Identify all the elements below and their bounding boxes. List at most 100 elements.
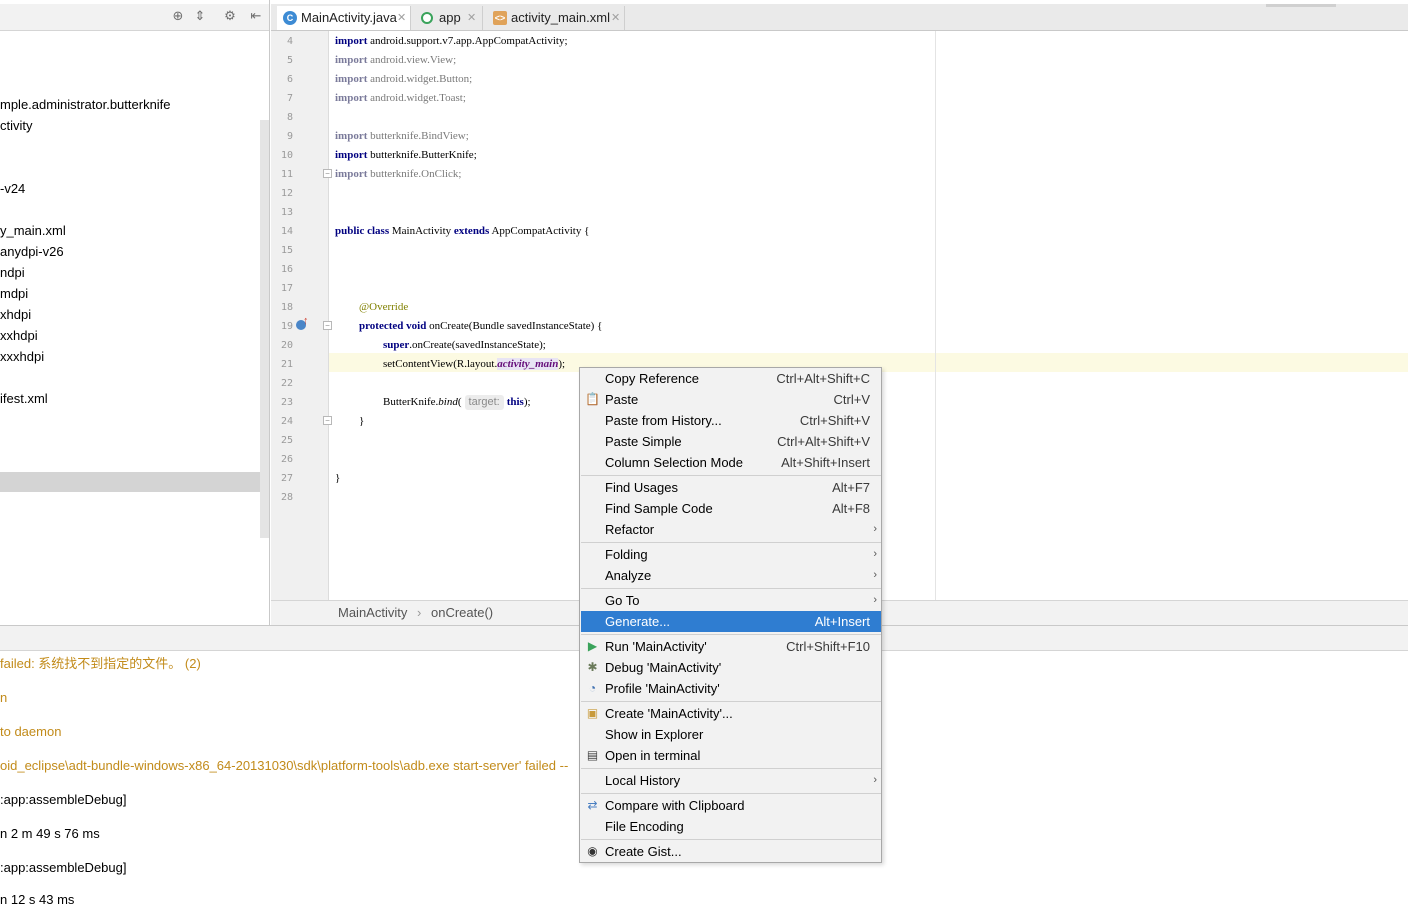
code-line: } — [359, 415, 365, 427]
clipboard-icon: 📋 — [585, 392, 600, 406]
menu-separator — [581, 634, 881, 635]
keyword: super — [383, 339, 410, 351]
line-number: 15 — [280, 245, 293, 256]
menu-item-copy-reference[interactable]: Copy Reference Ctrl+Alt+Shift+C — [581, 368, 881, 389]
tree-item[interactable]: ndpi — [0, 262, 25, 283]
project-scrollbar[interactable] — [260, 120, 269, 538]
code-text: android.widget.Button; — [367, 73, 473, 85]
close-icon[interactable]: ✕ — [611, 6, 620, 30]
breadcrumb-separator: › — [417, 605, 422, 620]
menu-item-label: Column Selection Mode — [605, 455, 744, 470]
code-line: } — [335, 472, 341, 484]
tree-item[interactable]: mdpi — [0, 283, 28, 304]
create-config-icon: ▣ — [586, 706, 599, 720]
submenu-arrow-icon: › — [873, 523, 877, 535]
menu-item-label: Go To — [605, 593, 640, 608]
menu-item-find-sample-code[interactable]: Find Sample Code Alt+F8 — [581, 498, 881, 519]
line-number: 9 — [286, 131, 293, 142]
menu-item-create-gist[interactable]: ◉ Create Gist... — [581, 841, 881, 862]
code-line: import butterknife.OnClick; — [335, 165, 461, 184]
menu-item-paste-from-history[interactable]: Paste from History... Ctrl+Shift+V — [581, 410, 881, 431]
tree-item[interactable]: mple.administrator.butterknife — [0, 94, 171, 115]
tree-item[interactable]: -v24 — [0, 178, 25, 199]
line-number: 23 — [280, 397, 293, 408]
line-number: 19 — [280, 321, 293, 332]
keyword: import — [335, 92, 368, 104]
tab-bar-edge — [1266, 4, 1336, 7]
menu-item-find-usages[interactable]: Find Usages Alt+F7 — [581, 477, 881, 498]
line-number: 28 — [280, 492, 293, 503]
field-reference[interactable]: activity_main — [497, 358, 559, 370]
locate-file-icon[interactable]: ⊕ — [170, 9, 186, 25]
code-text: ); — [523, 396, 531, 408]
menu-item-show-in-explorer[interactable]: Show in Explorer — [581, 724, 881, 745]
tree-item[interactable]: ifest.xml — [0, 388, 48, 409]
tab-activity-main-xml[interactable]: <> activity_main.xml ✕ — [487, 6, 625, 30]
menu-item-generate[interactable]: Generate... Alt+Insert — [581, 611, 881, 632]
keyword: import — [335, 149, 368, 161]
menu-item-run[interactable]: ▶ Run 'MainActivity' Ctrl+Shift+F10 — [581, 636, 881, 657]
line-number: 13 — [280, 207, 293, 218]
line-number: 27 — [280, 473, 293, 484]
menu-item-label: Run 'MainActivity' — [605, 639, 707, 654]
hide-panel-icon[interactable]: ⇤ — [248, 9, 264, 25]
close-icon[interactable]: ✕ — [467, 6, 476, 30]
close-icon[interactable]: ✕ — [397, 6, 406, 30]
compare-icon: ⇄ — [587, 798, 598, 812]
tree-item[interactable]: anydpi-v26 — [0, 241, 64, 262]
menu-item-shortcut: Alt+F8 — [832, 501, 870, 516]
keyword: extends — [453, 225, 490, 237]
menu-item-label: Paste from History... — [605, 413, 722, 428]
tree-item[interactable]: xhdpi — [0, 304, 31, 325]
tree-item[interactable]: xxxhdpi — [0, 346, 44, 367]
menu-item-debug[interactable]: ✱ Debug 'MainActivity' — [581, 657, 881, 678]
parameter-hint: target: — [464, 395, 504, 410]
fold-marker-icon[interactable]: − — [323, 416, 332, 425]
menu-item-refactor[interactable]: Refactor › — [581, 519, 881, 540]
tab-app[interactable]: app ✕ — [415, 6, 483, 30]
menu-item-shortcut: Ctrl+Alt+Shift+V — [777, 434, 870, 449]
layout-xml-icon: <> — [493, 11, 507, 25]
menu-item-label: Paste Simple — [605, 434, 682, 449]
collapse-all-icon[interactable]: ⇕ — [192, 9, 208, 25]
menu-item-label: Profile 'MainActivity' — [605, 681, 720, 696]
implemented-arrow-icon[interactable]: ↑ — [303, 316, 309, 327]
code-line: setContentView(R.layout.activity_main); — [383, 355, 565, 374]
gear-icon[interactable]: ⚙ — [222, 9, 238, 25]
editor-tab-bar: C MainActivity.java ✕ app ✕ <> activity_… — [271, 4, 1408, 31]
breadcrumb-method[interactable]: onCreate() — [431, 601, 493, 625]
menu-item-analyze[interactable]: Analyze › — [581, 565, 881, 586]
tree-item[interactable]: y_main.xml — [0, 220, 66, 241]
menu-item-label: Find Usages — [605, 480, 678, 495]
tree-item[interactable]: xxhdpi — [0, 325, 38, 346]
fold-marker-icon[interactable]: − — [323, 169, 332, 178]
menu-item-paste[interactable]: 📋 Paste Ctrl+V — [581, 389, 881, 410]
code-line: import android.widget.Button; — [335, 70, 472, 89]
menu-item-label: Folding — [605, 547, 648, 562]
menu-item-file-encoding[interactable]: File Encoding — [581, 816, 881, 837]
code-line: @Override — [359, 298, 408, 317]
keyword: import — [335, 35, 368, 47]
code-text: setContentView(R.layout. — [383, 358, 498, 370]
menu-item-shortcut: Ctrl+V — [833, 392, 870, 407]
tab-mainactivity-java[interactable]: C MainActivity.java ✕ — [277, 6, 411, 30]
menu-item-label: Create 'MainActivity'... — [605, 706, 733, 721]
code-line: super.onCreate(savedInstanceState); — [383, 336, 546, 355]
line-number: 17 — [280, 283, 293, 294]
submenu-arrow-icon: › — [873, 774, 877, 786]
tree-selection-highlight — [0, 472, 260, 492]
code-line: import android.widget.Toast; — [335, 89, 466, 108]
menu-item-go-to[interactable]: Go To › — [581, 590, 881, 611]
menu-item-compare-with-clipboard[interactable]: ⇄ Compare with Clipboard — [581, 795, 881, 816]
menu-item-create-config[interactable]: ▣ Create 'MainActivity'... — [581, 703, 881, 724]
menu-item-open-in-terminal[interactable]: ▤ Open in terminal — [581, 745, 881, 766]
menu-item-paste-simple[interactable]: Paste Simple Ctrl+Alt+Shift+V — [581, 431, 881, 452]
menu-item-column-selection-mode[interactable]: Column Selection Mode Alt+Shift+Insert — [581, 452, 881, 473]
log-line: failed: 系统找不到指定的文件。 (2) — [0, 656, 201, 671]
menu-item-local-history[interactable]: Local History › — [581, 770, 881, 791]
menu-item-folding[interactable]: Folding › — [581, 544, 881, 565]
tree-item[interactable]: ctivity — [0, 115, 33, 136]
menu-item-profile[interactable]: ◔ Profile 'MainActivity' — [581, 678, 881, 699]
breadcrumb-class[interactable]: MainActivity — [338, 601, 407, 625]
fold-marker-icon[interactable]: − — [323, 321, 332, 330]
